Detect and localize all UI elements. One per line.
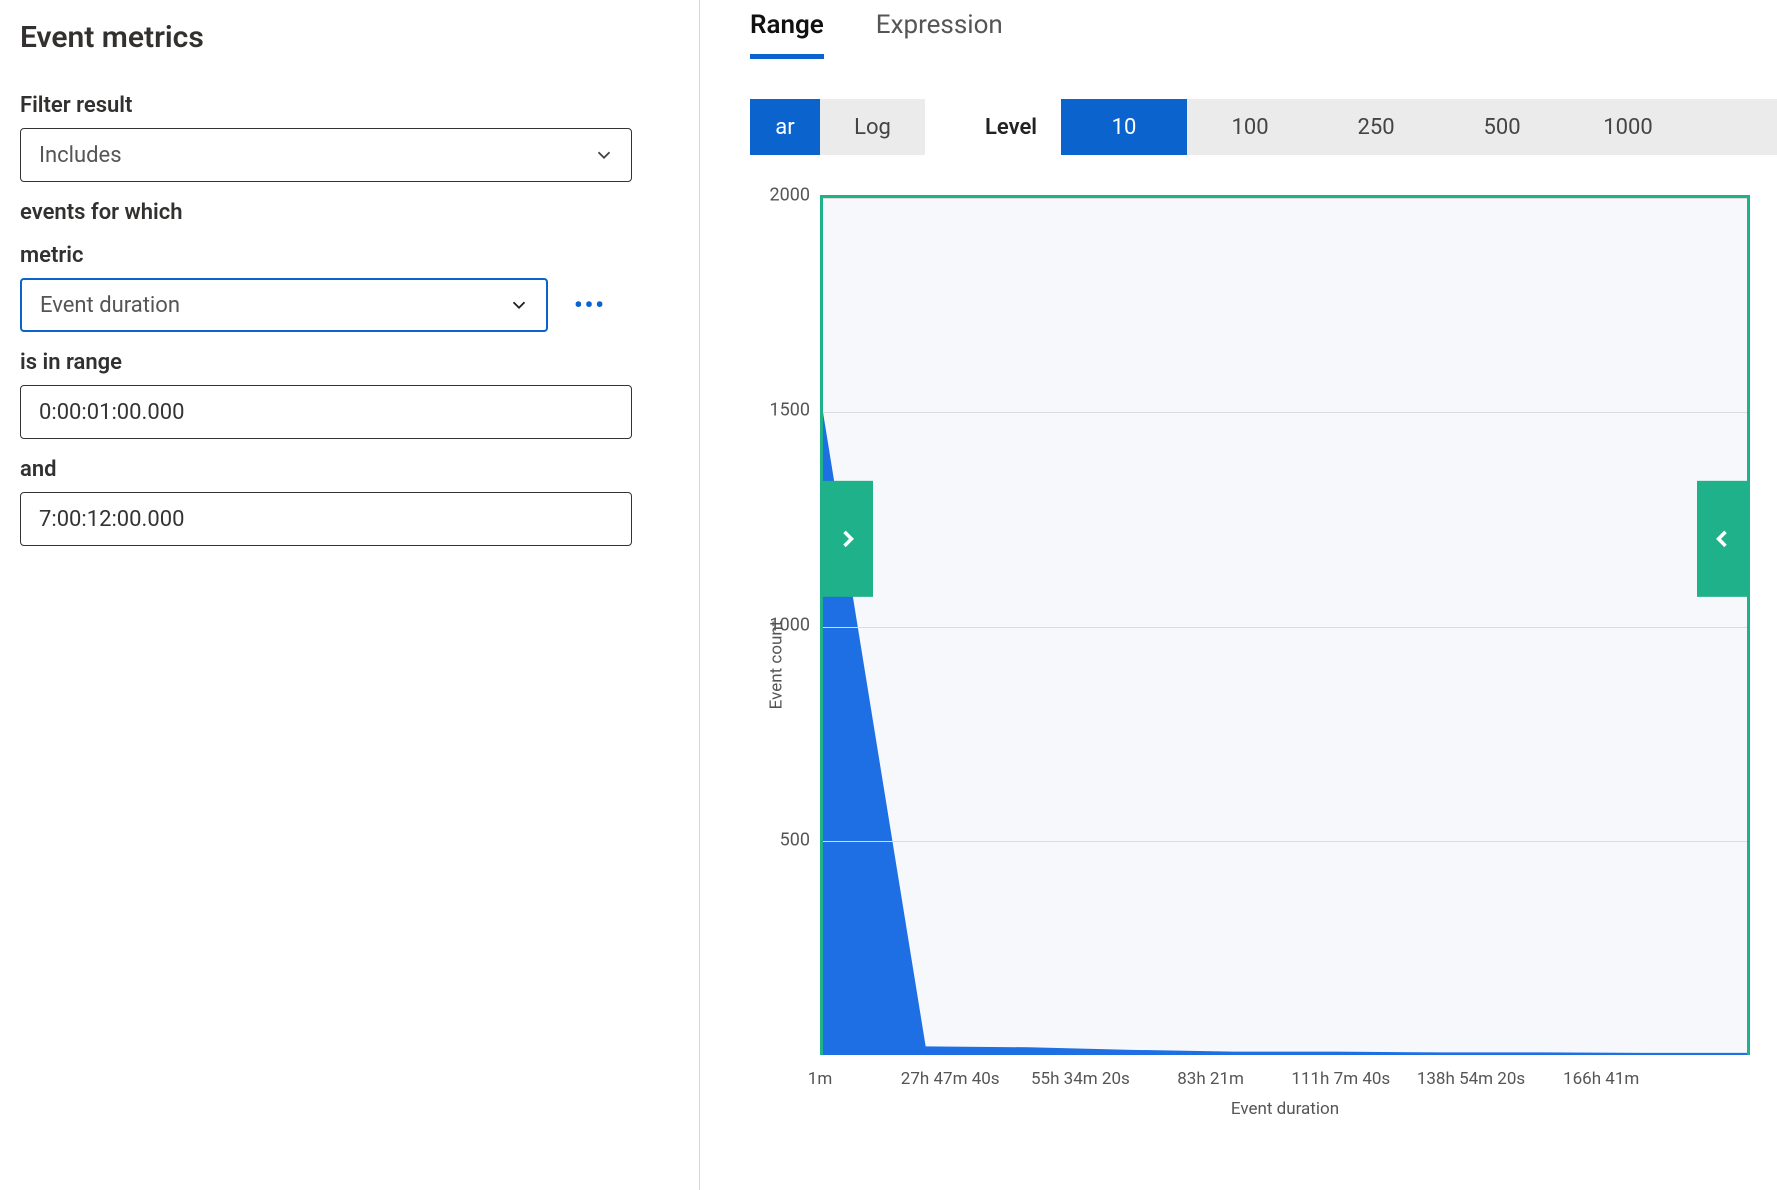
filter-result-value: Includes — [39, 143, 122, 168]
y-tick: 1500 — [770, 400, 810, 421]
tab-range[interactable]: Range — [750, 10, 824, 59]
right-panel: Range Expression ar Log Level 10 100 250… — [700, 0, 1777, 1190]
level-500[interactable]: 500 — [1439, 99, 1565, 155]
x-axis-title: Event duration — [1231, 1099, 1339, 1119]
area-fill — [823, 412, 1747, 1055]
controls-row: ar Log Level 10 100 250 500 1000 — [750, 99, 1777, 155]
range-and-label: and — [20, 457, 679, 482]
scale-toggle: ar Log — [750, 99, 925, 155]
metric-value: Event duration — [40, 293, 180, 318]
range-from-value: 0:00:01:00.000 — [39, 400, 184, 425]
level-100[interactable]: 100 — [1187, 99, 1313, 155]
filter-result-select[interactable]: Includes — [20, 128, 632, 182]
y-tick: 1000 — [770, 615, 810, 636]
chevron-down-icon — [508, 294, 530, 316]
events-for-which-label: events for which — [20, 200, 679, 225]
y-tick: 2000 — [770, 185, 810, 206]
tabs: Range Expression — [750, 10, 1777, 59]
x-tick: 27h 47m 40s — [901, 1069, 1000, 1089]
gridline — [823, 412, 1747, 413]
range-from-label: is in range — [20, 350, 679, 375]
y-tick: 500 — [780, 830, 810, 851]
metric-label: metric — [20, 243, 679, 268]
level-toggle: 10 100 250 500 1000 — [1061, 99, 1777, 155]
more-options-icon[interactable]: ••• — [574, 291, 606, 319]
x-tick: 166h 41m — [1563, 1069, 1639, 1089]
x-tick: 83h 21m — [1177, 1069, 1244, 1089]
gridline — [823, 627, 1747, 628]
filter-result-label: Filter result — [20, 93, 679, 118]
page-title: Event metrics — [20, 20, 679, 55]
range-from-input[interactable]: 0:00:01:00.000 — [20, 385, 632, 439]
gridline — [823, 841, 1747, 842]
level-250[interactable]: 250 — [1313, 99, 1439, 155]
level-10[interactable]: 10 — [1061, 99, 1187, 155]
tab-expression[interactable]: Expression — [876, 10, 1003, 59]
metric-select[interactable]: Event duration — [20, 278, 548, 332]
x-tick: 55h 34m 20s — [1031, 1069, 1130, 1089]
plot-area[interactable] — [820, 195, 1750, 1055]
range-to-value: 7:00:12:00.000 — [39, 507, 184, 532]
gridline — [823, 198, 1747, 199]
range-handle-left[interactable] — [823, 480, 873, 596]
scale-linear-option[interactable]: ar — [750, 99, 820, 155]
chart: Event count Event duration 5001000150020… — [750, 195, 1750, 1135]
plot: Event duration 5001000150020001m27h 47m … — [820, 195, 1750, 1055]
x-tick: 111h 7m 40s — [1291, 1069, 1390, 1089]
range-handle-right[interactable] — [1697, 480, 1747, 596]
x-tick: 1m — [808, 1069, 832, 1089]
chevron-down-icon — [593, 144, 615, 166]
level-1000[interactable]: 1000 — [1565, 99, 1691, 155]
scale-log-option[interactable]: Log — [820, 99, 925, 155]
range-to-input[interactable]: 7:00:12:00.000 — [20, 492, 632, 546]
level-label: Level — [985, 115, 1037, 140]
x-tick: 138h 54m 20s — [1417, 1069, 1525, 1089]
left-panel: Event metrics Filter result Includes eve… — [0, 0, 700, 1190]
